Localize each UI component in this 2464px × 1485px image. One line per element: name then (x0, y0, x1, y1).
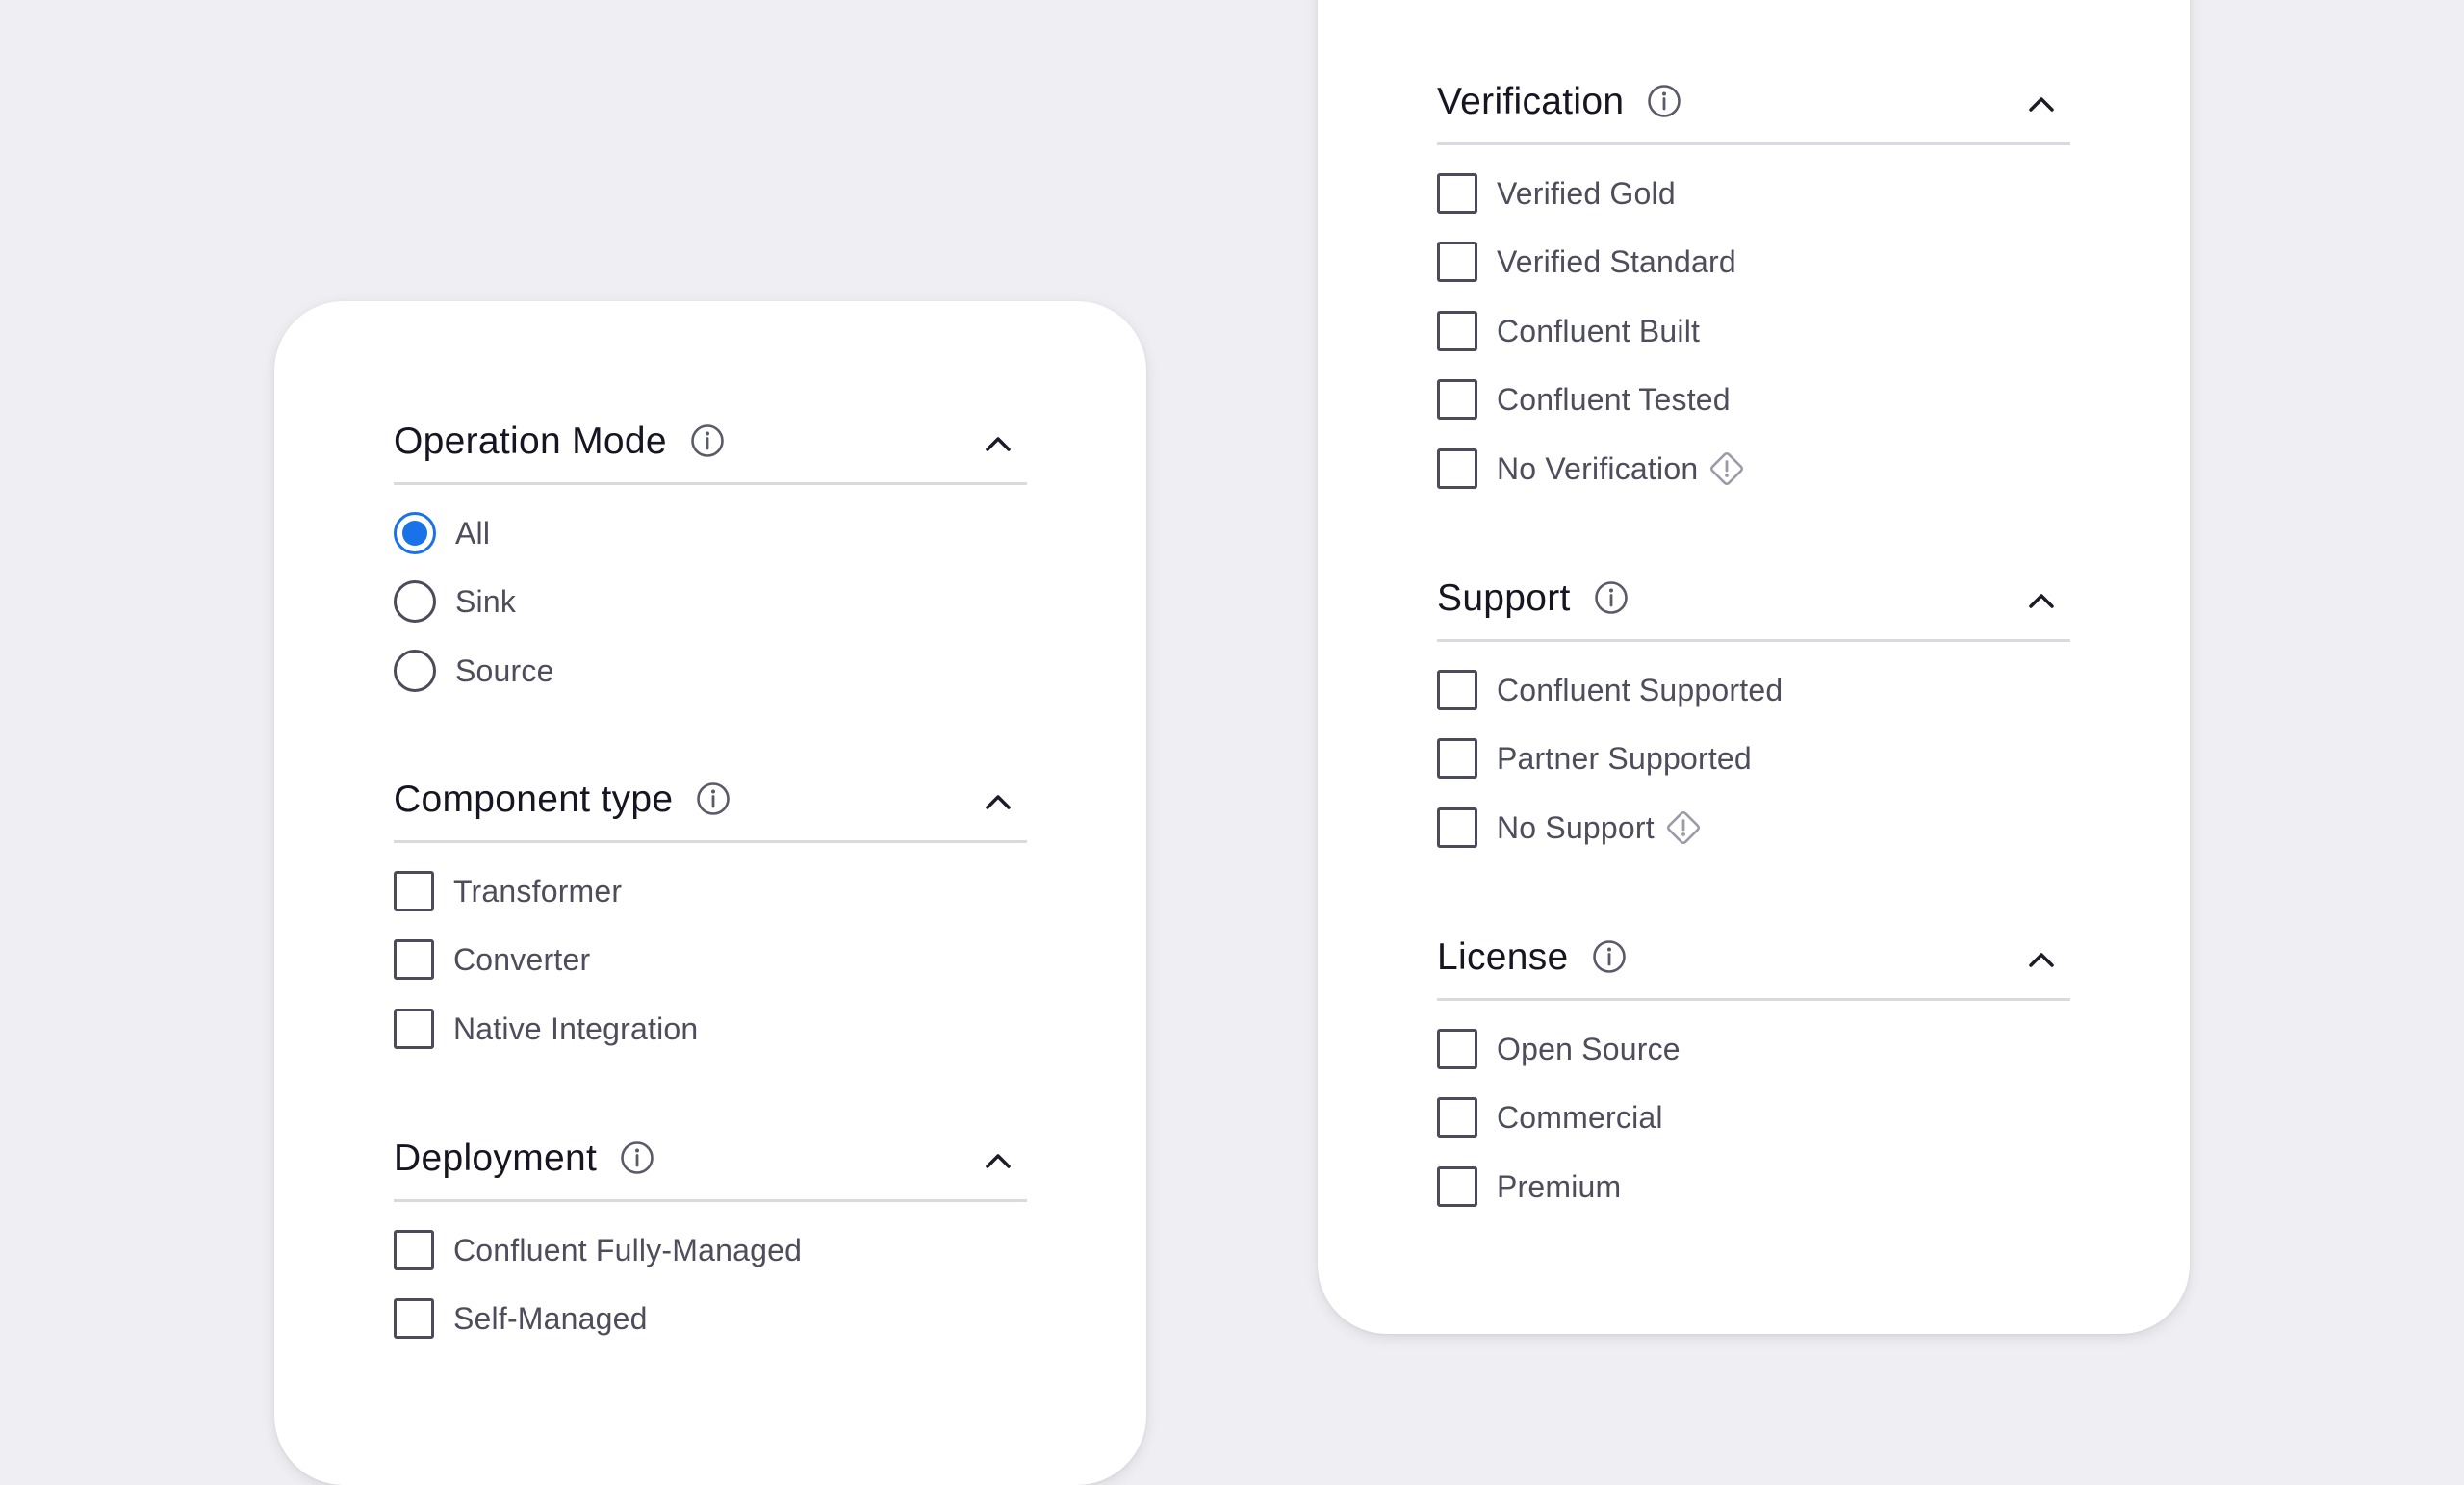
option-label: Verified Standard (1497, 244, 1736, 280)
checkbox-option-transformer[interactable]: Transformer (394, 857, 1027, 926)
checkbox-option-self-managed[interactable]: Self-Managed (394, 1285, 1027, 1354)
option-label: Transformer (453, 873, 623, 909)
radio-button[interactable] (394, 511, 436, 554)
checkbox-option-no-support[interactable]: No Support (1437, 793, 2070, 862)
checkbox-option-confluent-built[interactable]: Confluent Built (1437, 296, 2070, 366)
checkbox[interactable] (1437, 669, 1477, 710)
option-label: All (455, 515, 491, 550)
chevron-up-icon[interactable] (2026, 589, 2057, 612)
checkbox-option-commercial[interactable]: Commercial (1437, 1084, 2070, 1153)
section-title: License (1437, 935, 1569, 978)
filter-panel-right: Verification Verified Gold Verified Stan… (1318, 0, 2190, 1334)
filter-panel-left: Operation Mode All Sink Source Component… (274, 301, 1146, 1485)
option-label: Premium (1497, 1168, 1622, 1204)
option-label: Converter (453, 942, 591, 978)
option-label: Confluent Fully-Managed (453, 1232, 803, 1267)
checkbox-option-open-source[interactable]: Open Source (1437, 1014, 2070, 1084)
license-header[interactable]: License (1437, 936, 2070, 1001)
checkbox[interactable] (1437, 807, 1477, 848)
chevron-up-icon[interactable] (2026, 948, 2057, 971)
checkbox-option-confluent-supported[interactable]: Confluent Supported (1437, 655, 2070, 725)
chevron-up-icon[interactable] (983, 432, 1014, 455)
chevron-up-icon[interactable] (983, 1149, 1014, 1172)
info-icon[interactable] (1592, 939, 1627, 974)
checkbox[interactable] (1437, 448, 1477, 489)
operation-mode-options: All Sink Source (394, 499, 1027, 705)
option-label: Source (455, 653, 554, 688)
option-label: No Support (1497, 809, 1655, 845)
checkbox[interactable] (1437, 242, 1477, 283)
warning-diamond-icon[interactable] (1707, 449, 1746, 488)
option-label: Confluent Supported (1497, 672, 1784, 707)
checkbox-option-fully-managed[interactable]: Confluent Fully-Managed (394, 1216, 1027, 1285)
checkbox[interactable] (1437, 1028, 1477, 1069)
deployment-header[interactable]: Deployment (394, 1138, 1027, 1202)
checkbox-option-confluent-tested[interactable]: Confluent Tested (1437, 366, 2070, 435)
option-label: Native Integration (453, 1011, 699, 1046)
checkbox[interactable] (1437, 738, 1477, 780)
checkbox[interactable] (394, 1298, 434, 1340)
component-type-section: Component type Transformer Converter Nat… (394, 779, 1027, 1063)
support-section: Support Confluent Supported Partner Supp… (1437, 577, 2070, 862)
operation-mode-header[interactable]: Operation Mode (394, 421, 1027, 485)
info-icon[interactable] (1594, 580, 1629, 615)
license-options: Open Source Commercial Premium (1437, 1014, 2070, 1221)
checkbox[interactable] (1437, 379, 1477, 421)
option-label: No Verification (1497, 450, 1699, 486)
option-label: Sink (455, 584, 517, 620)
radio-option-sink[interactable]: Sink (394, 568, 1027, 637)
component-type-header[interactable]: Component type (394, 779, 1027, 843)
section-title: Component type (394, 778, 674, 820)
option-label: Confluent Tested (1497, 382, 1731, 418)
info-icon[interactable] (690, 423, 725, 458)
checkbox-option-native-integration[interactable]: Native Integration (394, 994, 1027, 1063)
section-title: Support (1437, 576, 1571, 619)
operation-mode-section: Operation Mode All Sink Source (394, 421, 1027, 705)
checkbox-option-no-verification[interactable]: No Verification (1437, 434, 2070, 503)
deployment-options: Confluent Fully-Managed Self-Managed (394, 1216, 1027, 1353)
section-title: Verification (1437, 80, 1625, 122)
checkbox-option-premium[interactable]: Premium (1437, 1152, 2070, 1221)
chevron-up-icon[interactable] (983, 790, 1014, 813)
support-header[interactable]: Support (1437, 577, 2070, 642)
warning-diamond-icon[interactable] (1664, 808, 1703, 847)
chevron-up-icon[interactable] (2026, 92, 2057, 115)
checkbox[interactable] (394, 1008, 434, 1049)
component-type-options: Transformer Converter Native Integration (394, 857, 1027, 1063)
radio-option-source[interactable]: Source (394, 636, 1027, 705)
license-section: License Open Source Commercial Premium (1437, 936, 2070, 1221)
info-icon[interactable] (696, 781, 731, 816)
radio-option-all[interactable]: All (394, 499, 1027, 568)
deployment-section: Deployment Confluent Fully-Managed Self-… (394, 1138, 1027, 1353)
checkbox-option-verified-gold[interactable]: Verified Gold (1437, 159, 2070, 228)
verification-header[interactable]: Verification (1437, 81, 2070, 145)
option-label: Self-Managed (453, 1301, 648, 1337)
radio-button[interactable] (394, 649, 436, 692)
info-icon[interactable] (620, 1140, 654, 1175)
verification-options: Verified Gold Verified Standard Confluen… (1437, 159, 2070, 503)
checkbox-option-converter[interactable]: Converter (394, 926, 1027, 995)
checkbox[interactable] (394, 1229, 434, 1270)
checkbox[interactable] (1437, 1097, 1477, 1139)
checkbox[interactable] (394, 870, 434, 911)
verification-section: Verification Verified Gold Verified Stan… (1437, 81, 2070, 503)
checkbox[interactable] (394, 939, 434, 981)
option-label: Commercial (1497, 1100, 1663, 1136)
checkbox-option-verified-standard[interactable]: Verified Standard (1437, 228, 2070, 297)
checkbox[interactable] (1437, 172, 1477, 214)
checkbox[interactable] (1437, 1165, 1477, 1207)
support-options: Confluent Supported Partner Supported No… (1437, 655, 2070, 862)
option-label: Partner Supported (1497, 741, 1752, 777)
info-icon[interactable] (1647, 84, 1681, 118)
option-label: Open Source (1497, 1031, 1681, 1066)
checkbox[interactable] (1437, 310, 1477, 351)
section-title: Deployment (394, 1137, 598, 1179)
option-label: Confluent Built (1497, 313, 1701, 348)
checkbox-option-partner-supported[interactable]: Partner Supported (1437, 725, 2070, 794)
radio-button[interactable] (394, 580, 436, 624)
section-title: Operation Mode (394, 420, 667, 462)
option-label: Verified Gold (1497, 175, 1676, 211)
